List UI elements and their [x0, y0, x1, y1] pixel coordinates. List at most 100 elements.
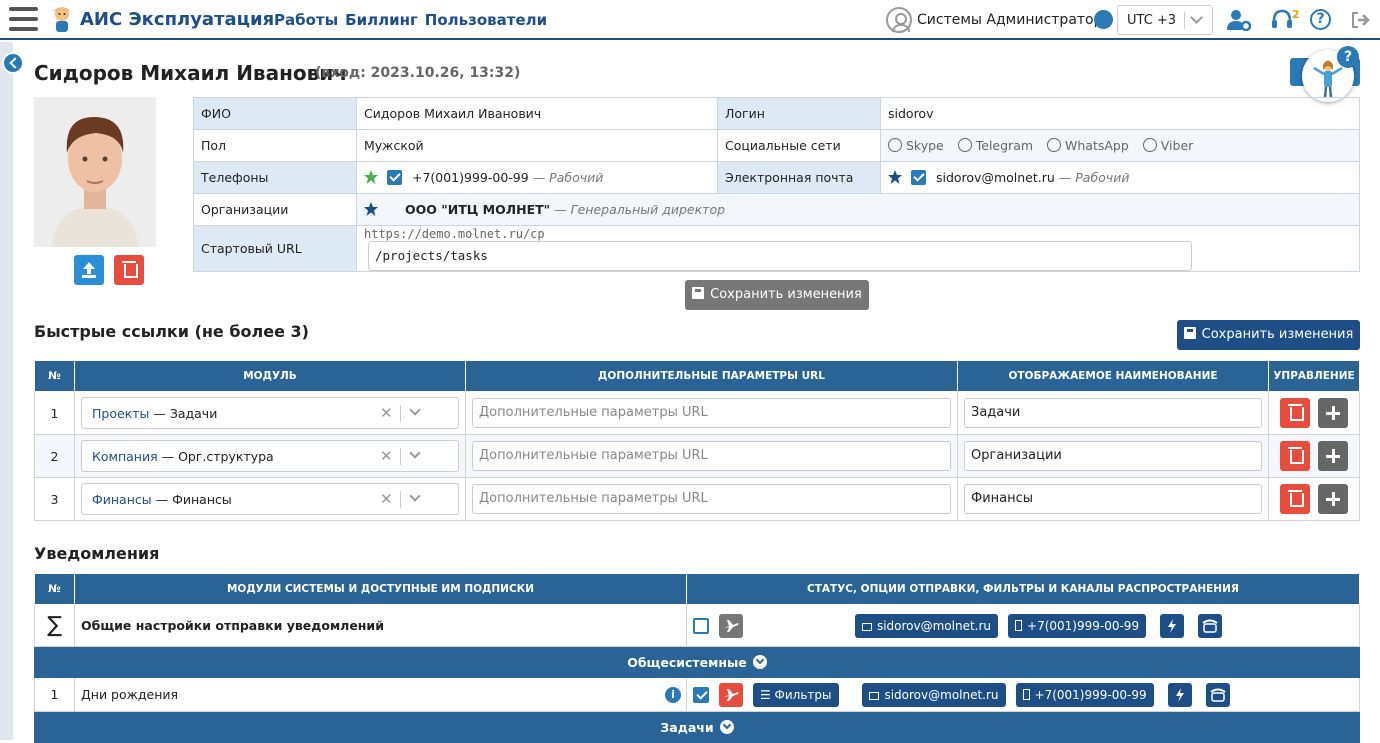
start-url-input[interactable]: /projects/tasks	[368, 241, 1192, 271]
menu-icon[interactable]	[9, 7, 38, 31]
email-channel-chip[interactable]: sidorov@molnet.ru	[862, 682, 1006, 707]
current-user-name[interactable]: Системы Администратор	[917, 12, 1103, 28]
email-label: Электронная почта	[717, 161, 881, 194]
params-input[interactable]: Дополнительные параметры URL	[472, 441, 951, 471]
upload-photo-button[interactable]	[74, 255, 104, 285]
social-label: Социальные сети	[717, 129, 881, 162]
skype-label: Skype	[906, 138, 944, 153]
module-select[interactable]: Проекты — Задачи ✕	[81, 397, 459, 429]
nav-billing[interactable]: Биллинг	[345, 11, 418, 29]
phone-checkbox[interactable]	[386, 170, 402, 185]
flash-channel-button[interactable]	[1167, 682, 1192, 707]
email-chip-label: sidorov@molnet.ru	[876, 618, 992, 633]
telegram-link[interactable]: Telegram	[957, 138, 1033, 153]
display-name-input[interactable]: Задачи	[964, 398, 1262, 428]
table-row: 1 Проекты — Задачи ✕ Дополнительные парам…	[34, 391, 1360, 435]
module-select[interactable]: Финансы — Финансы ✕	[81, 483, 459, 515]
login-label: Логин	[717, 97, 881, 130]
col-display: Отображаемое наименование	[957, 360, 1269, 392]
delete-row-button[interactable]	[1280, 398, 1310, 428]
add-row-button[interactable]	[1318, 398, 1348, 428]
assistant-help-icon[interactable]: ?	[1337, 46, 1359, 68]
general-settings-options: sidorov@molnet.ru +7(001)999-00-99	[686, 604, 1360, 647]
params-input[interactable]: Дополнительные параметры URL	[472, 484, 951, 514]
row-number: 1	[34, 391, 75, 435]
group-row-tasks[interactable]: Задачи	[34, 711, 1360, 743]
save-quick-links-button[interactable]: Сохранить изменения	[1177, 320, 1360, 350]
display-name-input[interactable]: Организации	[964, 441, 1262, 471]
viber-label: Viber	[1160, 138, 1194, 153]
telephone-channel-button[interactable]	[1205, 682, 1230, 707]
org-name: ООО "ИТЦ МОЛНЕТ"	[404, 202, 551, 217]
star-blue-icon[interactable]	[888, 170, 902, 184]
phone-number: +7(001)999-00-99	[411, 170, 529, 185]
clear-icon[interactable]: ✕	[380, 490, 393, 508]
start-url-entry: https://demo.molnet.ru/cp /projects/task…	[356, 225, 1360, 272]
envelope-icon	[861, 622, 872, 631]
timezone-select[interactable]: UTC +3	[1117, 5, 1213, 35]
nav-users[interactable]: Пользователи	[425, 11, 547, 29]
telephone-channel-button[interactable]	[1198, 613, 1223, 638]
gender-label: Пол	[193, 129, 357, 162]
sidebar-strip	[0, 42, 13, 740]
org-position: — Генеральный директор	[554, 202, 726, 217]
quick-links-table: № Модуль Дополнительные параметры URL От…	[34, 360, 1360, 521]
delete-row-button[interactable]	[1280, 441, 1310, 471]
airplane-icon[interactable]	[718, 682, 743, 707]
module-name: Компания	[92, 449, 158, 464]
org-label: Организации	[193, 193, 357, 226]
email-channel-chip[interactable]: sidorov@molnet.ru	[854, 613, 999, 638]
chevron-down-icon	[752, 654, 767, 669]
nav-works[interactable]: Работы	[274, 11, 338, 29]
user-settings-icon[interactable]	[1227, 9, 1251, 31]
skype-link[interactable]: Skype	[888, 138, 944, 153]
clear-icon[interactable]: ✕	[380, 447, 393, 465]
enable-checkbox[interactable]	[693, 686, 709, 703]
select-separator	[400, 448, 401, 465]
save-profile-button[interactable]: Сохранить изменения	[685, 280, 869, 310]
module-sub: — Задачи	[153, 406, 218, 421]
chevron-down-icon	[409, 404, 421, 416]
col-modules: МОДУЛИ СИСТЕМЫ И ДОСТУПНЫЕ ИМ ПОДПИСКИ	[74, 573, 687, 605]
info-icon[interactable]: i	[665, 687, 681, 703]
delete-row-button[interactable]	[1280, 484, 1310, 514]
add-row-button[interactable]	[1318, 441, 1348, 471]
envelope-icon	[869, 691, 880, 700]
logout-icon[interactable]	[1351, 11, 1370, 29]
flash-channel-button[interactable]	[1160, 613, 1185, 638]
airplane-icon[interactable]	[718, 613, 743, 638]
module-select[interactable]: Компания — Орг.структура ✕	[81, 440, 459, 472]
filters-icon: ☰	[759, 687, 775, 702]
phone-channel-chip[interactable]: +7(001)999-00-99	[1008, 613, 1147, 638]
add-row-button[interactable]	[1318, 484, 1348, 514]
user-avatar-icon[interactable]	[886, 7, 912, 33]
timezone-value: UTC +3	[1127, 13, 1177, 28]
last-login-info: (вход: 2023.10.26, 13:32)	[315, 65, 521, 81]
enable-checkbox[interactable]	[693, 617, 709, 634]
phone-type: — Рабочий	[532, 170, 604, 185]
group-row-general[interactable]: Общесистемные	[34, 646, 1360, 678]
display-name-input[interactable]: Финансы	[964, 484, 1262, 514]
start-url-label: Стартовый URL	[193, 225, 357, 272]
row-number: 2	[34, 434, 75, 478]
clear-icon[interactable]: ✕	[380, 404, 393, 422]
notifications-count: 2	[1292, 8, 1300, 21]
help-icon[interactable]: ?	[1310, 9, 1331, 30]
upload-icon	[82, 262, 96, 278]
star-green-icon[interactable]	[364, 170, 378, 184]
whatsapp-link[interactable]: WhatsApp	[1047, 138, 1129, 153]
star-blue-icon[interactable]	[364, 202, 378, 216]
back-button[interactable]	[2, 52, 24, 74]
app-title[interactable]: АИС Эксплуатация	[80, 9, 274, 30]
col-num: №	[34, 360, 75, 392]
phone-channel-chip[interactable]: +7(001)999-00-99	[1015, 682, 1154, 707]
person-portrait-icon	[34, 97, 156, 247]
floppy-icon	[1183, 327, 1196, 339]
notifications-title: Уведомления	[34, 544, 160, 563]
support-headset-icon[interactable]	[1271, 9, 1293, 31]
filters-button[interactable]: ☰ Фильтры	[752, 682, 839, 707]
params-input[interactable]: Дополнительные параметры URL	[472, 398, 951, 428]
email-checkbox[interactable]	[910, 170, 926, 185]
viber-link[interactable]: Viber	[1142, 138, 1194, 153]
delete-photo-button[interactable]	[114, 255, 144, 285]
